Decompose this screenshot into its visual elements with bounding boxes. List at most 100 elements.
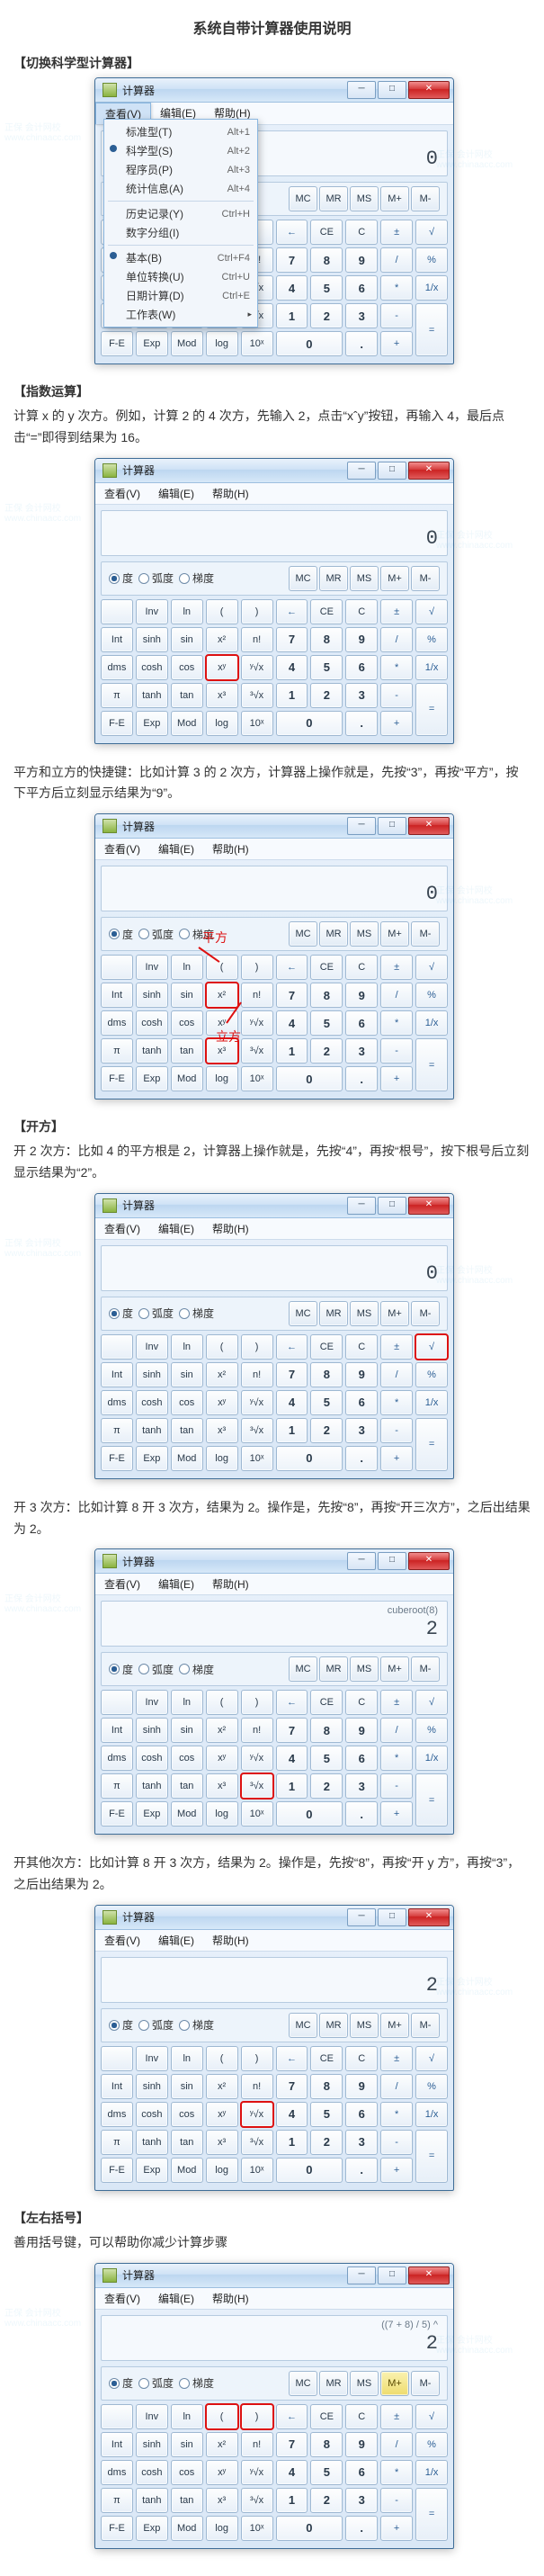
key-mr[interactable]: MR <box>319 2371 348 2396</box>
key-mc[interactable]: MC <box>289 566 317 591</box>
key-[interactable]: + <box>380 711 413 736</box>
key-tanh[interactable]: tanh <box>136 2488 168 2513</box>
key-mod[interactable]: Mod <box>171 1801 203 1827</box>
key-ln[interactable]: ln <box>171 2404 203 2429</box>
key-[interactable]: / <box>380 1718 413 1743</box>
key-9[interactable]: 9 <box>345 2074 378 2099</box>
key-n[interactable]: n! <box>241 1718 273 1743</box>
key-[interactable]: √ <box>415 599 448 624</box>
key-[interactable]: * <box>380 2102 413 2127</box>
key-tan[interactable]: tan <box>171 683 203 708</box>
key-mod[interactable]: Mod <box>171 1066 203 1091</box>
key-6[interactable]: 6 <box>345 275 378 301</box>
mode-gradian[interactable]: 梯度 <box>179 1306 214 1321</box>
key-exp[interactable]: Exp <box>136 711 168 736</box>
key-7[interactable]: 7 <box>276 1718 308 1743</box>
key-[interactable]: . <box>345 1801 378 1827</box>
key-10[interactable]: 10ˣ <box>241 711 273 736</box>
key-10[interactable]: 10ˣ <box>241 1066 273 1091</box>
key-blank[interactable] <box>101 599 133 624</box>
key-blank[interactable] <box>101 2046 133 2071</box>
key-6[interactable]: 6 <box>345 1390 378 1415</box>
key-mminus[interactable]: M- <box>411 2371 440 2396</box>
key-sinh[interactable]: sinh <box>136 627 168 652</box>
key-ms[interactable]: MS <box>350 921 379 947</box>
key-10[interactable]: 10ˣ <box>241 2158 273 2183</box>
key-7[interactable]: 7 <box>276 2432 308 2457</box>
key-[interactable]: . <box>345 711 378 736</box>
key-ms[interactable]: MS <box>350 186 379 211</box>
key-[interactable]: + <box>380 1801 413 1827</box>
key-[interactable]: = <box>415 1773 448 1827</box>
key-cosh[interactable]: cosh <box>136 2102 168 2127</box>
key-7[interactable]: 7 <box>276 983 308 1008</box>
key-mr[interactable]: MR <box>319 1656 348 1682</box>
key-inv[interactable]: Inv <box>136 2404 168 2429</box>
key-3[interactable]: 3 <box>345 303 378 328</box>
key-mod[interactable]: Mod <box>171 711 203 736</box>
key-[interactable]: ) <box>241 599 273 624</box>
mode-gradian[interactable]: 梯度 <box>179 927 214 942</box>
key-c[interactable]: C <box>345 955 378 980</box>
menu-edit[interactable]: 编辑(E) <box>149 2288 203 2309</box>
key-[interactable]: ( <box>206 1334 238 1360</box>
minimize-button[interactable]: ─ <box>347 1197 376 1215</box>
key-[interactable]: - <box>380 1418 413 1443</box>
key-8[interactable]: 8 <box>310 2074 343 2099</box>
key-8[interactable]: 8 <box>310 983 343 1008</box>
key-[interactable]: + <box>380 2516 413 2541</box>
close-button[interactable]: ✕ <box>408 81 450 99</box>
key-7[interactable]: 7 <box>276 247 308 273</box>
key-x[interactable]: xʸ <box>206 2102 238 2127</box>
key-[interactable]: √ <box>415 2046 448 2071</box>
key-c[interactable]: C <box>345 599 378 624</box>
close-button[interactable]: ✕ <box>408 2266 450 2284</box>
key-inv[interactable]: Inv <box>136 2046 168 2071</box>
key-[interactable]: ) <box>241 1334 273 1360</box>
menu-view[interactable]: 查看(V) <box>95 2288 149 2309</box>
key-x[interactable]: ³√x <box>241 2130 273 2155</box>
key-[interactable]: - <box>380 303 413 328</box>
menu-item-科学型S[interactable]: 科学型(S)Alt+2 <box>104 141 257 160</box>
key-[interactable]: ← <box>276 2404 308 2429</box>
key-n[interactable]: n! <box>241 2074 273 2099</box>
key-[interactable]: + <box>380 1066 413 1091</box>
key-fe[interactable]: F-E <box>101 711 133 736</box>
key-exp[interactable]: Exp <box>136 1446 168 1471</box>
key-[interactable]: ± <box>380 1690 413 1715</box>
key-[interactable]: √ <box>415 1334 448 1360</box>
key-log[interactable]: log <box>206 1801 238 1827</box>
key-mr[interactable]: MR <box>319 566 348 591</box>
close-button[interactable]: ✕ <box>408 462 450 480</box>
key-int[interactable]: Int <box>101 1718 133 1743</box>
key-[interactable]: % <box>415 2432 448 2457</box>
key-4[interactable]: 4 <box>276 1390 308 1415</box>
key-10[interactable]: 10ˣ <box>241 2516 273 2541</box>
key-5[interactable]: 5 <box>310 1746 343 1771</box>
key-cos[interactable]: cos <box>171 2102 203 2127</box>
key-exp[interactable]: Exp <box>136 1801 168 1827</box>
menu-edit[interactable]: 编辑(E) <box>149 483 203 504</box>
key-cos[interactable]: cos <box>171 1746 203 1771</box>
key-3[interactable]: 3 <box>345 1418 378 1443</box>
key-exp[interactable]: Exp <box>136 2516 168 2541</box>
key-[interactable]: = <box>415 2488 448 2541</box>
menu-item-日期计算D[interactable]: 日期计算(D)Ctrl+E <box>104 286 257 305</box>
close-button[interactable]: ✕ <box>408 1552 450 1570</box>
mode-radian[interactable]: 弧度 <box>138 1306 174 1321</box>
key-x[interactable]: ³√x <box>241 683 273 708</box>
key-4[interactable]: 4 <box>276 1010 308 1036</box>
key-[interactable]: ← <box>276 220 308 245</box>
key-1x[interactable]: 1/x <box>415 2460 448 2485</box>
key-log[interactable]: log <box>206 2158 238 2183</box>
key-mr[interactable]: MR <box>319 1301 348 1326</box>
key-sinh[interactable]: sinh <box>136 1362 168 1387</box>
key-[interactable]: % <box>415 1718 448 1743</box>
key-[interactable]: ) <box>241 2404 273 2429</box>
menu-item-历史记录Y[interactable]: 历史记录(Y)Ctrl+H <box>104 204 257 223</box>
key-int[interactable]: Int <box>101 983 133 1008</box>
key-mplus[interactable]: M+ <box>380 186 409 211</box>
key-1[interactable]: 1 <box>276 683 308 708</box>
key-[interactable]: √ <box>415 2404 448 2429</box>
key-cosh[interactable]: cosh <box>136 655 168 680</box>
